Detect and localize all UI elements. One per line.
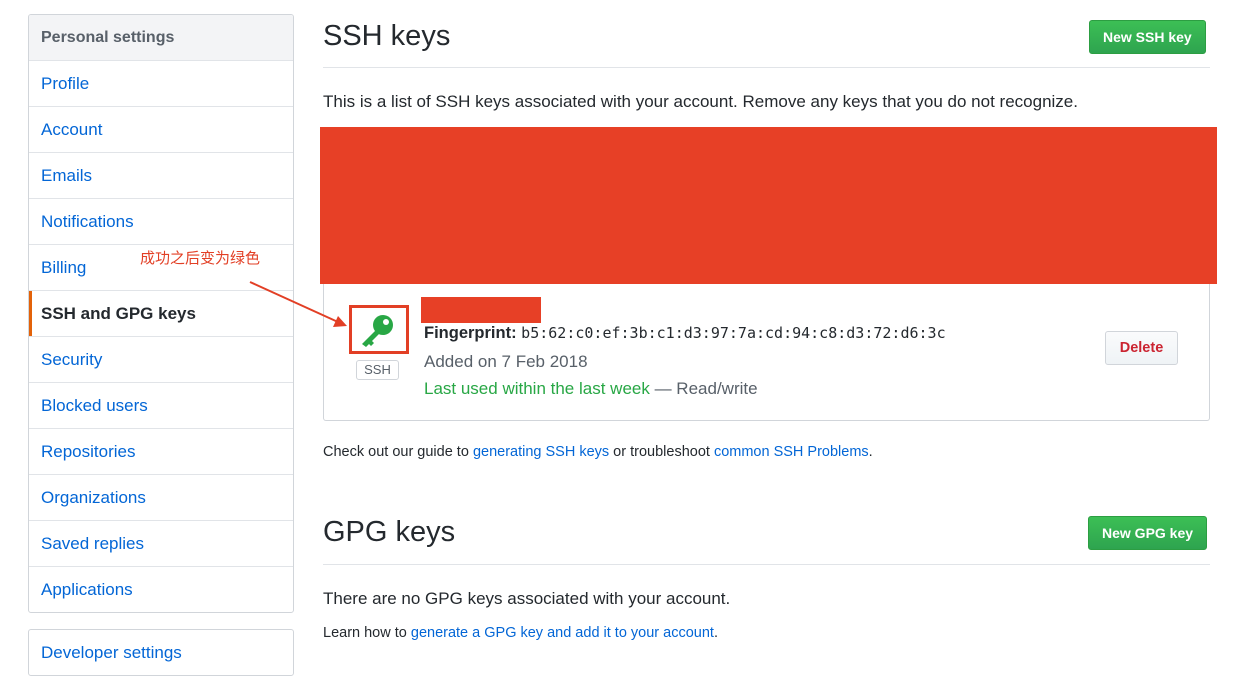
generating-ssh-keys-link[interactable]: generating SSH keys xyxy=(473,444,609,460)
sidebar-item-blocked-users[interactable]: Blocked users xyxy=(29,383,293,429)
new-gpg-key-button[interactable]: New GPG key xyxy=(1088,516,1208,550)
key-last-used: Last used within the last week — Read/wr… xyxy=(424,379,758,399)
last-used-text: Last used within the last week xyxy=(424,379,650,398)
new-ssh-key-button[interactable]: New SSH key xyxy=(1089,20,1206,54)
gpg-empty-message: There are no GPG keys associated with yo… xyxy=(323,589,731,608)
fingerprint-label: Fingerprint: xyxy=(424,324,517,342)
ssh-description: This is a list of SSH keys associated wi… xyxy=(323,92,1078,111)
sidebar-item-applications[interactable]: Applications xyxy=(29,567,293,612)
key-fingerprint: Fingerprint: b5:62:c0:ef:3b:c1:d3:97:7a:… xyxy=(424,324,946,343)
sidebar-header: Personal settings xyxy=(29,15,293,61)
generate-gpg-key-link[interactable]: generate a GPG key and add it to your ac… xyxy=(411,625,714,641)
guide-prefix: Check out our guide to xyxy=(323,444,473,460)
delete-key-button[interactable]: Delete xyxy=(1105,331,1178,365)
common-ssh-problems-link[interactable]: common SSH Problems xyxy=(714,444,869,460)
gpg-keys-title: GPG keys xyxy=(323,516,456,548)
settings-sidebar: Personal settings Profile Account Emails… xyxy=(28,14,294,613)
ssh-keys-title: SSH keys xyxy=(323,20,451,52)
learn-prefix: Learn how to xyxy=(323,625,411,641)
guide-suffix: . xyxy=(868,444,873,460)
sidebar-item-repositories[interactable]: Repositories xyxy=(29,429,293,475)
sidebar-item-organizations[interactable]: Organizations xyxy=(29,475,293,521)
ssh-type-badge: SSH xyxy=(356,360,399,380)
access-level: — Read/write xyxy=(649,379,758,398)
gpg-divider xyxy=(323,564,1210,565)
key-title-redaction xyxy=(421,297,541,323)
ssh-guide-text: Check out our guide to generating SSH ke… xyxy=(323,444,873,460)
annotation-text: 成功之后变为绿色 xyxy=(140,249,261,267)
learn-suffix: . xyxy=(713,625,718,641)
fingerprint-value: b5:62:c0:ef:3b:c1:d3:97:7a:cd:94:c8:d3:7… xyxy=(521,324,946,342)
key-icon xyxy=(362,315,393,347)
sidebar-item-security[interactable]: Security xyxy=(29,337,293,383)
sidebar-item-profile[interactable]: Profile xyxy=(29,61,293,107)
key-added-date: Added on 7 Feb 2018 xyxy=(424,352,588,371)
sidebar-item-account[interactable]: Account xyxy=(29,107,293,153)
gpg-learn-text: Learn how to generate a GPG key and add … xyxy=(323,625,718,641)
guide-middle: or troubleshoot xyxy=(609,444,714,460)
sidebar-item-notifications[interactable]: Notifications xyxy=(29,199,293,245)
ssh-divider xyxy=(323,67,1210,68)
sidebar-item-developer-settings[interactable]: Developer settings xyxy=(28,629,294,676)
sidebar-item-emails[interactable]: Emails xyxy=(29,153,293,199)
sidebar-item-saved-replies[interactable]: Saved replies xyxy=(29,521,293,567)
redaction-block xyxy=(320,127,1217,284)
sidebar-item-ssh-gpg-keys[interactable]: SSH and GPG keys xyxy=(29,291,293,337)
